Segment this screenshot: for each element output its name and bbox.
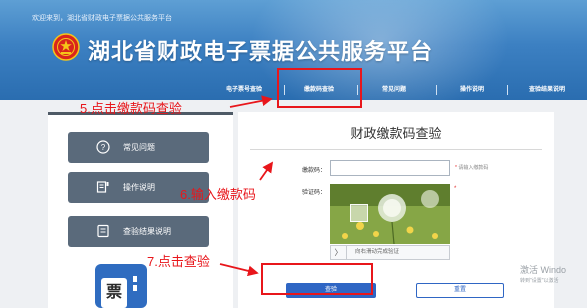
windows-activation-watermark: 激活 Windo 转到"设置"以激活 (520, 263, 566, 284)
arrow-step6 (259, 161, 274, 181)
annotation-arrows (219, 95, 274, 277)
watermark-line2: 转到"设置"以激活 (520, 278, 559, 284)
arrow-step7 (219, 263, 259, 277)
annotation-step5: 5.点击缴款码查验 (80, 101, 182, 116)
watermark-line1: 激活 Windo (520, 265, 567, 275)
annotation-step7: 7.点击查验 (147, 254, 210, 269)
arrow-step5 (229, 95, 273, 108)
annotation-step6: 6.输入缴款码 (180, 187, 256, 202)
